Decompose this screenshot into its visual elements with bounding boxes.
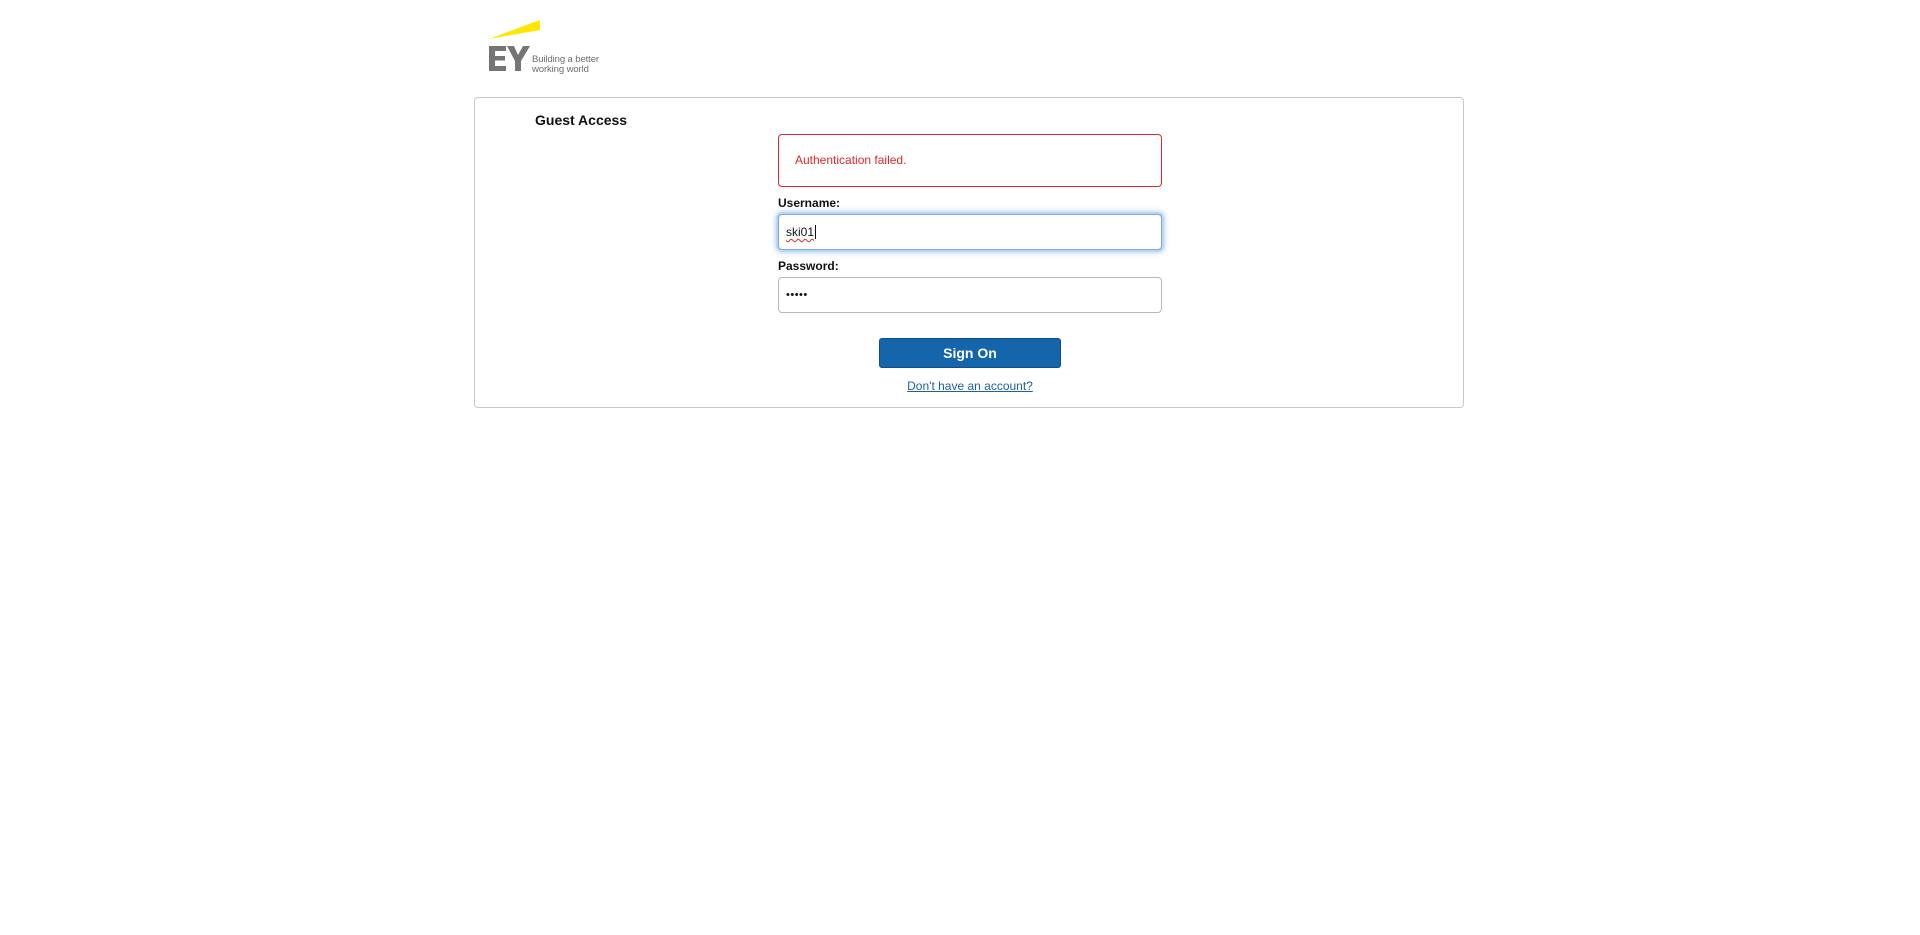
username-value: ski01 bbox=[786, 225, 815, 239]
password-mask: ••••• bbox=[786, 289, 808, 301]
ey-logo-tagline: Building a better working world bbox=[532, 55, 599, 75]
password-label: Password: bbox=[778, 259, 839, 273]
sign-on-button[interactable]: Sign On bbox=[879, 338, 1061, 368]
login-page: Building a better working world Guest Ac… bbox=[0, 0, 1920, 935]
signup-row: Don't have an account? bbox=[778, 377, 1162, 395]
ey-logo: Building a better working world bbox=[486, 18, 616, 78]
ey-logo-beam bbox=[489, 20, 540, 39]
ey-logo-letter-e bbox=[489, 46, 506, 71]
signup-link[interactable]: Don't have an account? bbox=[907, 379, 1033, 393]
ey-logo-letter-y bbox=[507, 46, 530, 71]
panel-title: Guest Access bbox=[535, 112, 628, 128]
login-form: Authentication failed. Username: ski01 P… bbox=[778, 134, 1162, 395]
submit-row: Sign On bbox=[778, 338, 1162, 368]
tagline-line-2: working world bbox=[532, 64, 589, 75]
password-value-wrap: ••••• bbox=[786, 278, 1154, 312]
password-input[interactable]: ••••• bbox=[778, 277, 1162, 313]
text-caret bbox=[815, 225, 817, 239]
username-label: Username: bbox=[778, 196, 841, 210]
username-input[interactable]: ski01 bbox=[778, 214, 1162, 250]
username-value-wrap: ski01 bbox=[786, 215, 1154, 249]
error-message: Authentication failed. bbox=[795, 153, 907, 167]
guest-access-panel: Guest Access Authentication failed. User… bbox=[474, 97, 1464, 408]
error-alert: Authentication failed. bbox=[778, 134, 1162, 187]
